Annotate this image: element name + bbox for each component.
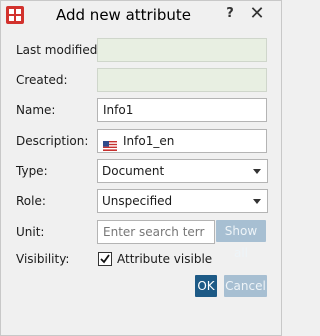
last-modified-label: Last modified: bbox=[16, 43, 102, 57]
type-row: Type: Document bbox=[1, 159, 281, 183]
chevron-down-icon bbox=[253, 169, 261, 174]
name-label: Name: bbox=[16, 103, 56, 117]
attribute-visible-checkbox[interactable] bbox=[98, 252, 112, 266]
role-select[interactable]: Unspecified bbox=[97, 189, 249, 213]
help-button[interactable]: ? bbox=[223, 5, 237, 23]
created-label: Created: bbox=[16, 73, 68, 87]
dialog-title: Add new attribute bbox=[56, 6, 192, 24]
role-value: Unspecified bbox=[102, 194, 173, 208]
created-field bbox=[97, 68, 267, 92]
role-label: Role: bbox=[16, 194, 46, 208]
role-dropdown-button[interactable] bbox=[248, 189, 268, 213]
type-dropdown-button[interactable] bbox=[248, 159, 268, 183]
unit-placeholder: Enter search terr bbox=[103, 225, 205, 239]
unit-label: Unit: bbox=[16, 225, 45, 239]
last-modified-field bbox=[97, 38, 267, 62]
type-select[interactable]: Document bbox=[97, 159, 249, 183]
name-field[interactable]: Info1 bbox=[97, 98, 267, 122]
attribute-visible-label[interactable]: Attribute visible bbox=[117, 247, 212, 271]
name-value: Info1 bbox=[103, 103, 134, 117]
created-row: Created: bbox=[1, 68, 281, 92]
type-value: Document bbox=[102, 164, 165, 178]
description-label: Description: bbox=[16, 134, 89, 148]
title-bar[interactable]: Add new attribute ? ✕ bbox=[1, 1, 281, 31]
us-flag-icon bbox=[103, 136, 117, 151]
visibility-label: Visibility: bbox=[16, 252, 70, 266]
ok-button[interactable]: OK bbox=[195, 275, 217, 297]
attribute-app-icon bbox=[6, 6, 24, 24]
name-row: Name: Info1 bbox=[1, 98, 281, 122]
cancel-button[interactable]: Cancel bbox=[224, 275, 267, 297]
last-modified-row: Last modified: bbox=[1, 38, 281, 62]
unit-row: Unit: Enter search terr Show all bbox=[1, 220, 281, 260]
chevron-down-icon bbox=[253, 199, 261, 204]
description-value: Info1_en bbox=[123, 134, 175, 148]
checkmark-icon bbox=[100, 254, 110, 264]
add-attribute-dialog: Add new attribute ? ✕ Last modified: Cre… bbox=[0, 0, 282, 336]
unit-search-input[interactable]: Enter search terr bbox=[97, 220, 215, 244]
role-row: Role: Unspecified bbox=[1, 189, 281, 213]
visibility-row: Visibility: Attribute visible bbox=[1, 247, 281, 271]
description-field[interactable]: Info1_en bbox=[97, 129, 267, 153]
close-button[interactable]: ✕ bbox=[247, 5, 267, 23]
description-row: Description: Info1_en bbox=[1, 129, 281, 153]
type-label: Type: bbox=[16, 164, 48, 178]
show-all-button[interactable]: Show all bbox=[216, 220, 266, 260]
